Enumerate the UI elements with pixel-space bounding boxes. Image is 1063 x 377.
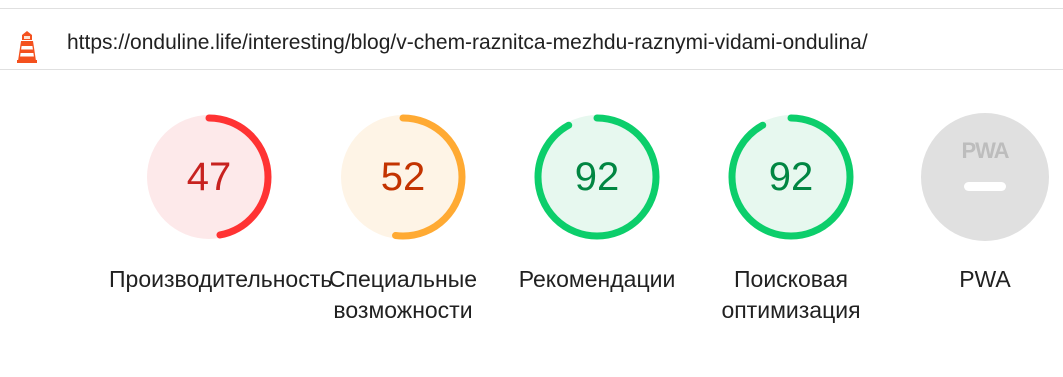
gauge-accessibility[interactable]: 52 [338,112,468,242]
gauge-label-line: PWA [959,266,1011,292]
gauge-label-line: Поисковая [734,266,848,292]
gauge-label-line: Рекомендации [518,266,676,292]
gauge-seo[interactable]: 92 [726,112,856,242]
pwa-badge-text: PWA [961,138,1009,163]
gauge-best-practices[interactable]: 92 [532,112,662,242]
gauge-score: 92 [574,155,620,199]
page-url: https://onduline.life/interesting/blog/v… [67,31,868,54]
gauge-label-line: оптимизация [721,297,861,323]
lighthouse-report-summary: https://onduline.life/interesting/blog/v… [0,0,1063,377]
gauge-label-seo: Поисковая оптимизация [691,264,891,326]
gauge-label-line: Специальные [328,266,478,292]
gauge-score: 47 [186,155,232,199]
gauge-label-pwa: PWA [885,264,1063,295]
gauge-label-accessibility: Специальные возможности [303,264,503,326]
gauge-score: 92 [768,155,814,199]
lighthouse-icon [17,31,37,63]
gauge-label-line: возможности [333,297,473,323]
gauge-label-line: Производительность [109,266,333,292]
pwa-badge-icon: PWA [921,113,1049,241]
gauge-pwa[interactable]: PWA [920,112,1050,242]
gauge-label-best-practices: Рекомендации [497,264,697,295]
gauge-performance[interactable]: 47 [144,112,274,242]
gauge-score: 52 [380,155,426,199]
gauge-label-performance: Производительность [109,264,333,295]
url-bar: https://onduline.life/interesting/blog/v… [0,8,1063,70]
